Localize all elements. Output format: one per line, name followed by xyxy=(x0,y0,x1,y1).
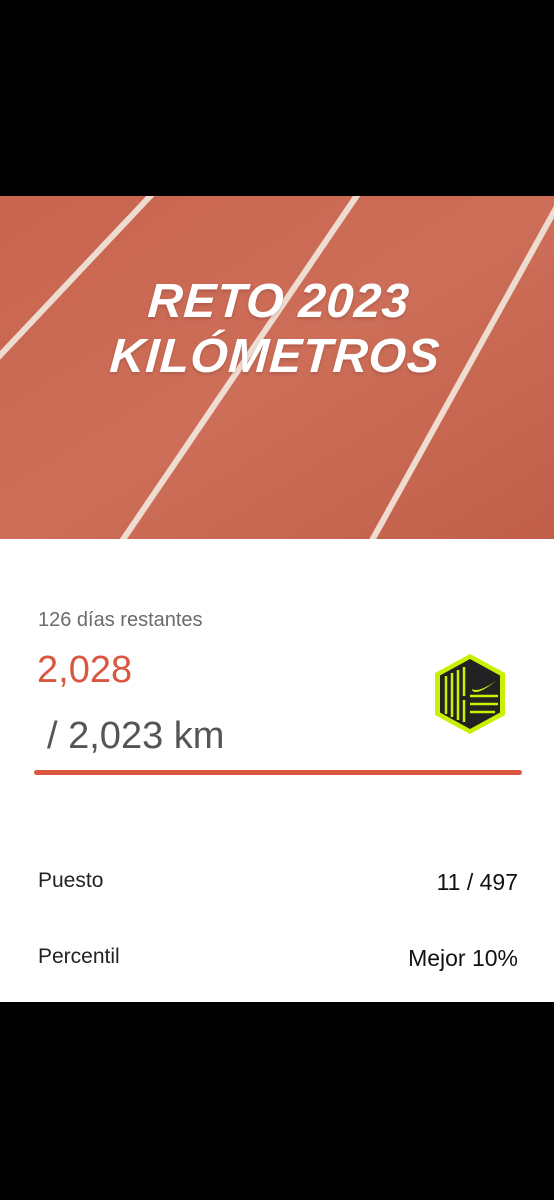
challenge-progress-card: 126 días restantes 2,028 / 2,023 km Pues… xyxy=(0,539,554,1002)
current-distance-value: 2,028 xyxy=(37,649,133,691)
rank-value: 11 / 497 xyxy=(436,869,518,895)
goal-distance-value: / 2,023 km xyxy=(47,715,225,757)
top-black-bar xyxy=(0,0,554,196)
days-remaining-text: 126 días restantes xyxy=(38,609,203,631)
challenge-hero-banner: RETO 2023 KILÓMETROS xyxy=(0,196,554,539)
challenge-progress-fill xyxy=(34,770,522,775)
percentile-value: Mejor 10% xyxy=(408,945,518,971)
percentile-label: Percentil xyxy=(38,945,120,968)
challenge-title: RETO 2023 KILÓMETROS xyxy=(0,274,554,384)
bottom-black-bar xyxy=(0,1002,554,1200)
challenge-title-line1: RETO 2023 xyxy=(146,275,412,328)
challenge-title-line2: KILÓMETROS xyxy=(108,330,442,383)
challenge-progress-bar xyxy=(34,770,522,775)
rank-label: Puesto xyxy=(38,869,104,892)
nike-challenge-badge-icon xyxy=(435,654,505,734)
